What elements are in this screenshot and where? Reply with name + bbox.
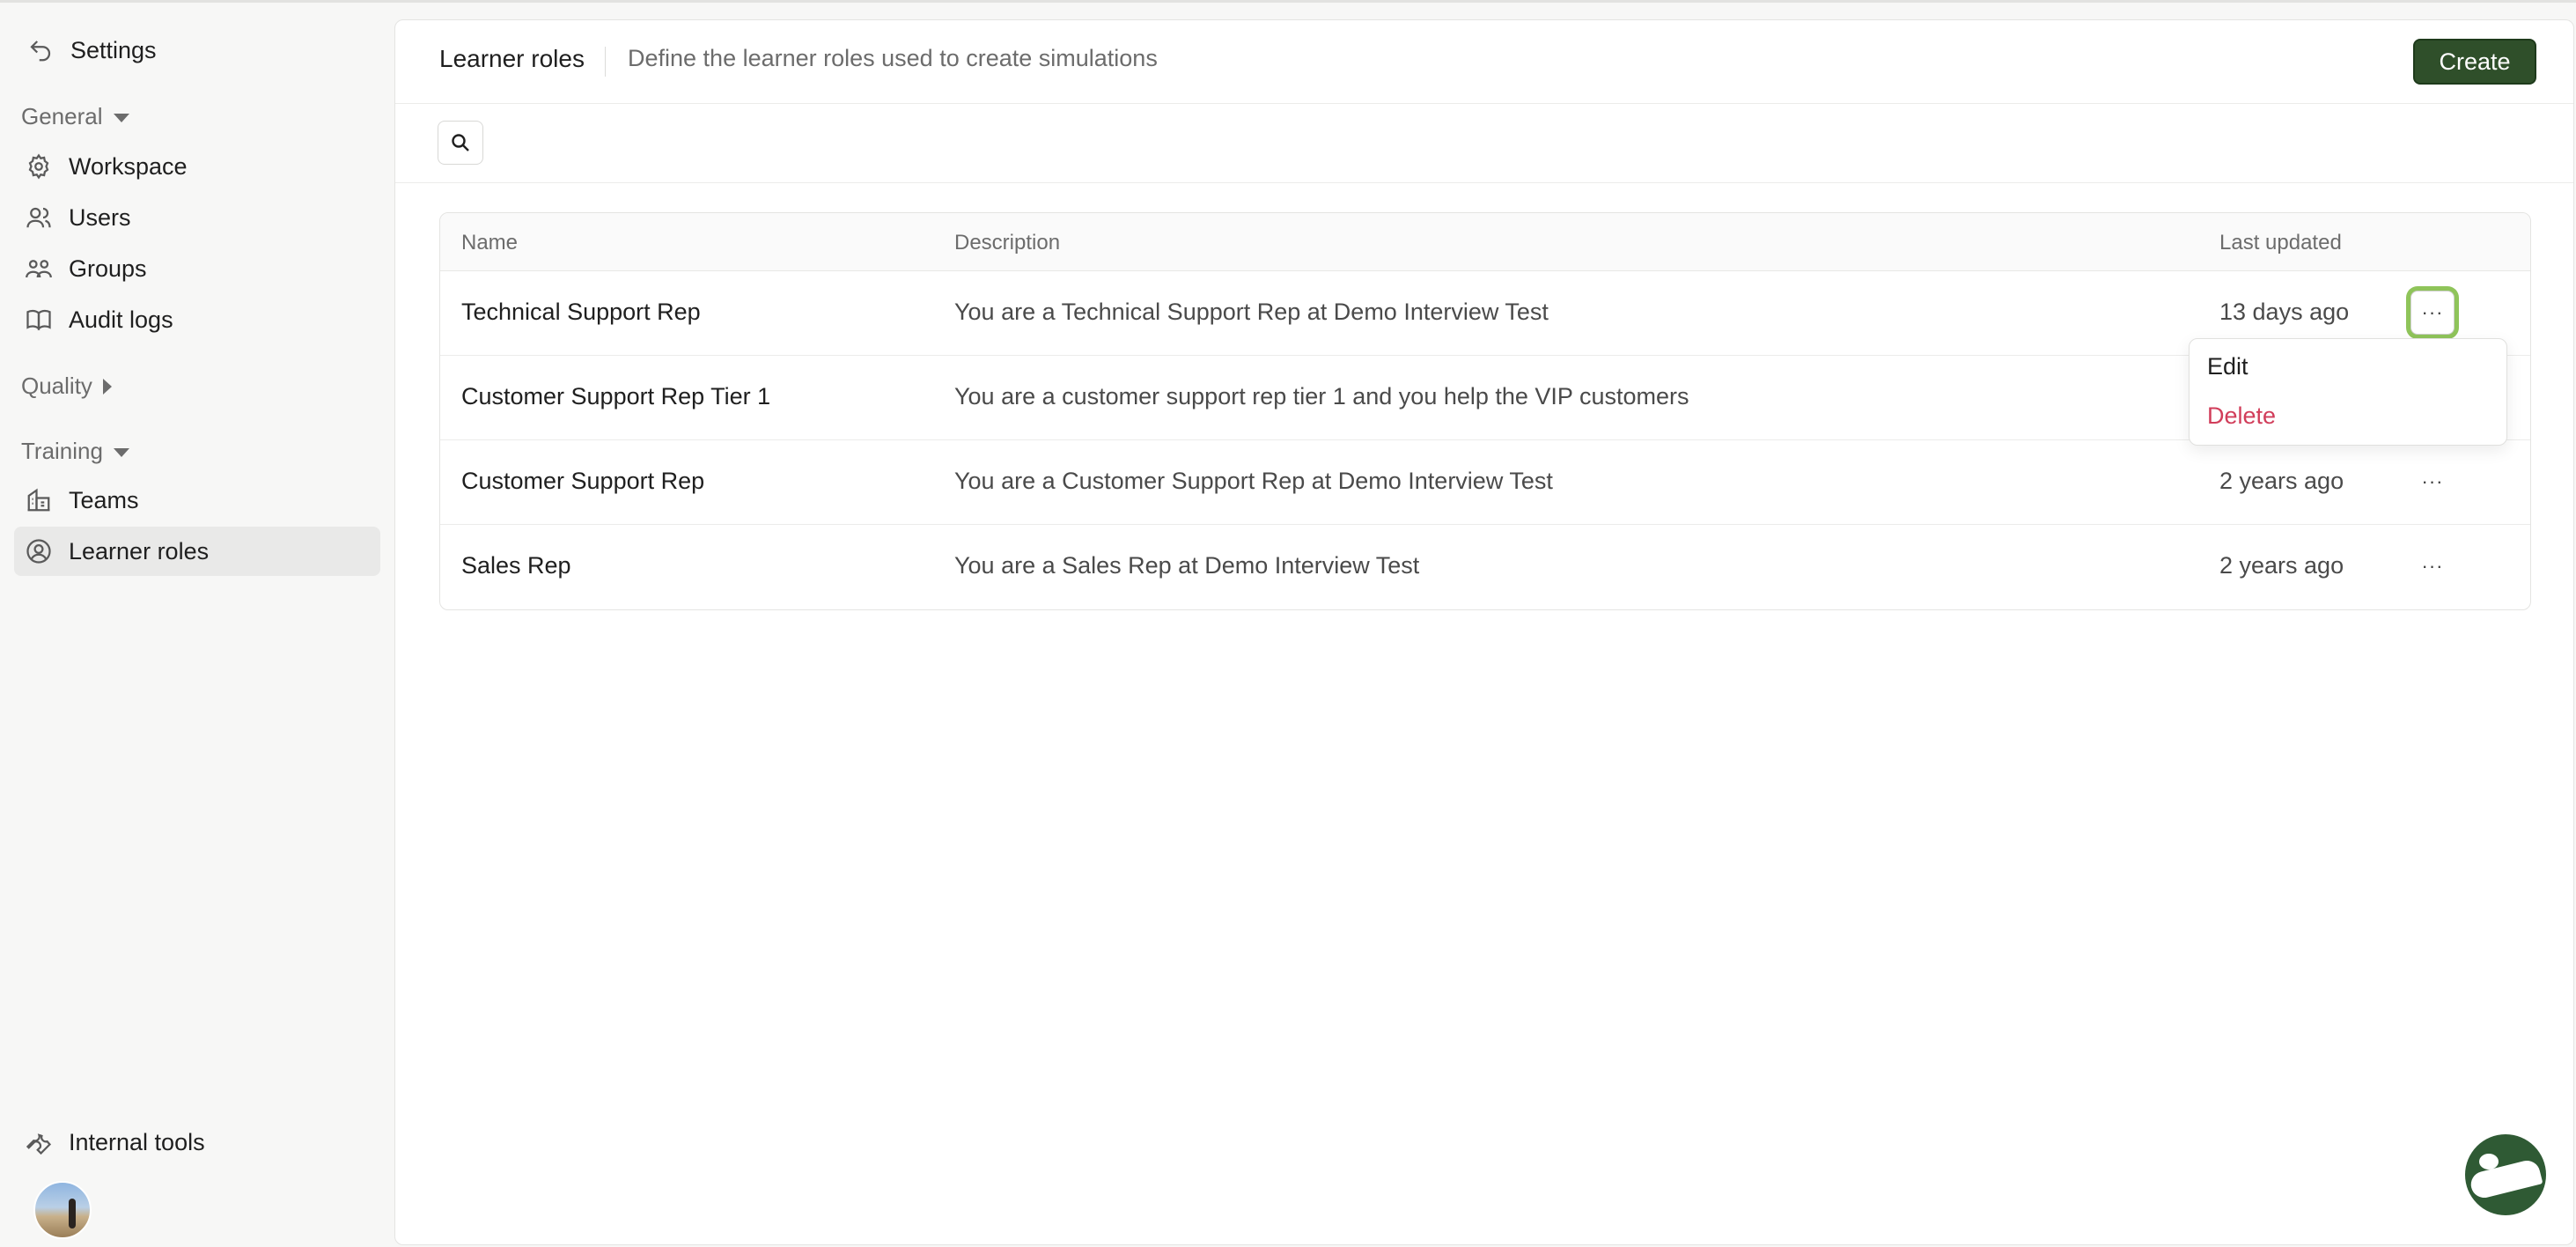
book-icon (25, 306, 53, 334)
section-training[interactable]: Training (21, 438, 129, 465)
sidebar-item-label: Teams (69, 486, 139, 513)
avatar[interactable] (33, 1181, 92, 1239)
row-last-updated: 2 years ago (2219, 552, 2344, 579)
sidebar: Settings General Workspace Users Groups (0, 3, 394, 1247)
menu-item-edit[interactable]: Edit (2207, 353, 2248, 380)
page-subtitle: Define the learner roles used to create … (628, 45, 1158, 71)
row-last-updated: 2 years ago (2219, 468, 2344, 494)
section-general[interactable]: General (21, 103, 129, 130)
sidebar-item-teams[interactable]: Teams (14, 476, 380, 525)
sidebar-item-label: Learner roles (69, 537, 210, 564)
more-options-button[interactable]: ··· (2410, 544, 2455, 588)
search-icon (452, 134, 469, 151)
sidebar-item-workspace[interactable]: Workspace (14, 142, 380, 191)
user-circle-icon (25, 537, 53, 565)
sidebar-item-audit-logs[interactable]: Audit logs (14, 295, 380, 344)
gear-icon (25, 152, 53, 181)
section-training-label: Training (21, 438, 103, 464)
sidebar-item-groups[interactable]: Groups (14, 244, 380, 293)
title-divider (605, 47, 606, 77)
back-arrow-icon (26, 36, 55, 64)
ellipsis-icon: ··· (2421, 555, 2444, 577)
toolbar (395, 104, 2573, 183)
settings-title: Settings (70, 36, 157, 63)
users-icon (25, 203, 53, 232)
sidebar-item-label: Internal tools (69, 1128, 205, 1155)
row-name: Sales Rep (461, 552, 571, 579)
help-chat-button[interactable] (2465, 1134, 2546, 1215)
row-description: You are a Sales Rep at Demo Interview Te… (954, 552, 1420, 579)
menu-item-delete[interactable]: Delete (2207, 402, 2276, 430)
sidebar-item-label: Workspace (69, 152, 188, 180)
create-button[interactable]: Create (2413, 39, 2536, 85)
column-header-last-updated[interactable]: Last updated (2219, 231, 2342, 255)
sidebar-item-label: Audit logs (69, 306, 173, 333)
ellipsis-icon: ··· (2421, 301, 2444, 323)
column-header-description[interactable]: Description (954, 231, 1060, 255)
row-name: Customer Support Rep (461, 468, 705, 494)
sidebar-item-label: Users (69, 203, 131, 231)
sidebar-item-internal-tools[interactable]: Internal tools (14, 1118, 380, 1167)
more-options-button[interactable]: ··· (2410, 291, 2455, 335)
groups-icon (25, 255, 53, 283)
sidebar-item-learner-roles[interactable]: Learner roles (14, 527, 380, 576)
row-actions-menu: Edit Delete (2189, 338, 2507, 446)
app: Settings General Workspace Users Groups (0, 0, 2576, 1247)
row-last-updated: 13 days ago (2219, 299, 2350, 325)
settings-back-link[interactable]: Settings (26, 36, 157, 64)
caret-down-icon (113, 113, 129, 122)
more-options-button[interactable]: ··· (2410, 460, 2455, 504)
row-description: You are a Technical Support Rep at Demo … (954, 299, 1549, 325)
page-header: Learner roles Define the learner roles u… (395, 20, 2573, 104)
page-title: Learner roles (439, 45, 585, 72)
caret-down-icon (113, 447, 129, 457)
sidebar-item-label: Groups (69, 255, 147, 282)
avatar-figure (69, 1199, 76, 1229)
caret-right-icon (102, 378, 112, 395)
table-row[interactable]: Customer Support Rep You are a Customer … (440, 440, 2530, 525)
row-name: Technical Support Rep (461, 299, 701, 325)
row-description: You are a customer support rep tier 1 an… (954, 383, 1689, 410)
wrench-icon (25, 1128, 53, 1156)
row-name: Customer Support Rep Tier 1 (461, 383, 771, 410)
table-row[interactable]: Sales Rep You are a Sales Rep at Demo In… (440, 525, 2530, 609)
table-header: Name Description Last updated (440, 213, 2530, 271)
section-quality-label: Quality (21, 373, 92, 399)
building-icon (25, 486, 53, 514)
ellipsis-icon: ··· (2421, 470, 2444, 492)
sidebar-item-users[interactable]: Users (14, 193, 380, 242)
row-description: You are a Customer Support Rep at Demo I… (954, 468, 1553, 494)
section-quality[interactable]: Quality (21, 373, 112, 400)
section-general-label: General (21, 103, 103, 129)
search-button[interactable] (438, 121, 483, 165)
column-header-name[interactable]: Name (461, 231, 518, 255)
main-panel: Learner roles Define the learner roles u… (394, 19, 2574, 1245)
